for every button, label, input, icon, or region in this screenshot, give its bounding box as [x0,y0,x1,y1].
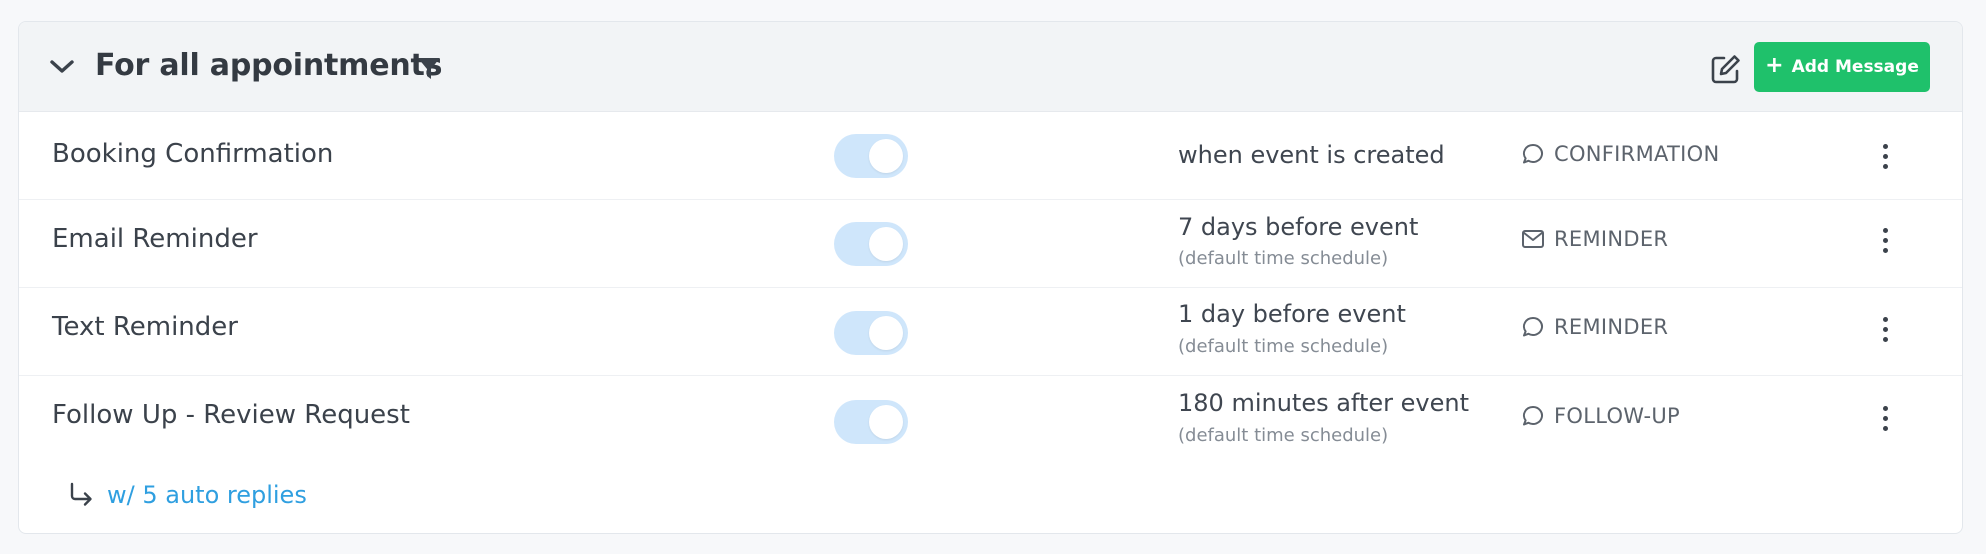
appointment-messages-panel: For all appointments + Add Message Booki… [18,21,1963,534]
message-timing-note: (default time schedule) [1178,425,1389,446]
toggle-knob [869,227,903,261]
enabled-toggle[interactable] [834,400,908,444]
enabled-toggle[interactable] [834,134,908,178]
message-type-label: REMINDER [1554,227,1669,251]
message-timing-note: (default time schedule) [1178,336,1389,357]
more-vertical-icon[interactable] [1875,309,1895,349]
plus-icon: + [1765,53,1784,78]
message-timing: 180 minutes after event [1178,389,1469,417]
message-timing: 7 days before event [1178,213,1419,241]
message-type: CONFIRMATION [1521,142,1719,166]
message-timing-note: (default time schedule) [1178,248,1389,269]
more-vertical-icon[interactable] [1875,220,1895,260]
message-type: REMINDER [1521,227,1668,251]
enabled-toggle[interactable] [834,222,908,266]
reply-arrow-icon [65,480,97,510]
message-row[interactable]: Booking Confirmation when event is creat… [19,112,1962,200]
message-name[interactable]: Follow Up - Review Request [52,400,410,430]
edit-icon[interactable] [1707,50,1745,88]
message-timing: 1 day before event [1178,300,1406,328]
add-message-button[interactable]: + Add Message [1754,42,1930,92]
toggle-knob [869,316,903,350]
filter-icon[interactable] [414,54,444,84]
panel-title: For all appointments [95,48,443,83]
message-type: FOLLOW-UP [1521,404,1680,428]
message-type-label: REMINDER [1554,315,1669,339]
chat-bubble-icon [1521,142,1545,166]
chat-bubble-icon [1521,404,1545,428]
auto-replies-link[interactable]: w/ 5 auto replies [107,481,307,509]
message-name[interactable]: Booking Confirmation [52,139,333,169]
mail-icon [1521,227,1545,251]
message-timing: when event is created [1178,141,1445,169]
enabled-toggle[interactable] [834,311,908,355]
toggle-knob [869,139,903,173]
message-row[interactable]: Text Reminder 1 day before event (defaul… [19,288,1962,376]
message-row[interactable]: Email Reminder 7 days before event (defa… [19,200,1962,288]
chevron-down-icon[interactable] [48,55,76,79]
message-name[interactable]: Email Reminder [52,224,258,254]
panel-header: For all appointments + Add Message [19,22,1962,112]
chat-bubble-icon [1521,315,1545,339]
more-vertical-icon[interactable] [1875,398,1895,438]
message-type-label: FOLLOW-UP [1554,404,1681,428]
message-name[interactable]: Text Reminder [52,312,238,342]
message-type-label: CONFIRMATION [1554,142,1720,166]
auto-replies: w/ 5 auto replies [65,480,307,510]
add-message-label: Add Message [1791,57,1919,77]
more-vertical-icon[interactable] [1875,136,1895,176]
message-type: REMINDER [1521,315,1668,339]
message-row[interactable]: Follow Up - Review Request 180 minutes a… [19,376,1962,446]
toggle-knob [869,405,903,439]
